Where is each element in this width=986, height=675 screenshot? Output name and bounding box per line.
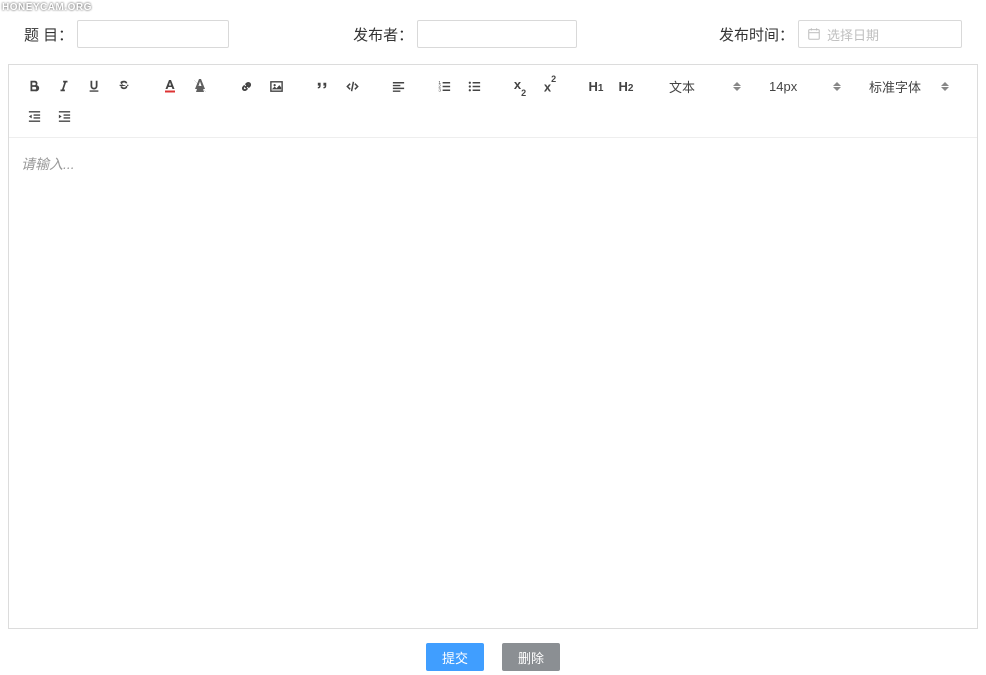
caret-icon: [733, 82, 741, 91]
title-field-group: 题 目：: [24, 20, 229, 48]
quote-icon: [315, 79, 330, 94]
italic-icon: [57, 79, 71, 93]
image-button[interactable]: [261, 71, 291, 101]
font-size-select[interactable]: 14px: [757, 71, 849, 101]
heading2-icon: H2: [619, 79, 634, 94]
background-color-icon: [192, 78, 208, 94]
underline-icon: [87, 79, 101, 93]
heading1-icon: H1: [589, 79, 604, 94]
subscript-button[interactable]: x2: [505, 71, 535, 101]
align-button[interactable]: [383, 71, 413, 101]
editor-toolbar: 123 x2 x2 H1 H2 文本 14px: [9, 65, 977, 138]
underline-button[interactable]: [79, 71, 109, 101]
heading1-button[interactable]: H1: [581, 71, 611, 101]
date-picker[interactable]: 选择日期: [798, 20, 962, 48]
date-placeholder-text: 选择日期: [827, 25, 879, 44]
code-icon: [345, 79, 360, 94]
editor-container: 123 x2 x2 H1 H2 文本 14px: [8, 64, 978, 629]
background-color-button[interactable]: [185, 71, 215, 101]
delete-button[interactable]: 删除: [502, 643, 560, 671]
superscript-icon: x2: [544, 78, 556, 94]
font-color-icon: [162, 78, 178, 94]
align-icon: [391, 79, 406, 94]
subscript-icon: x2: [514, 77, 526, 95]
indent-increase-icon: [57, 109, 72, 124]
image-icon: [269, 79, 284, 94]
publisher-input[interactable]: [417, 20, 577, 48]
title-input[interactable]: [77, 20, 229, 48]
bold-icon: [27, 79, 41, 93]
editor-placeholder: 请输入...: [21, 156, 75, 172]
watermark-text: HONEYCAM.ORG: [2, 2, 92, 13]
calendar-icon: [807, 27, 821, 41]
italic-button[interactable]: [49, 71, 79, 101]
ordered-list-icon: 123: [437, 79, 452, 94]
editor-content-area[interactable]: 请输入...: [9, 138, 977, 628]
caret-icon: [941, 82, 949, 91]
publish-time-label: 发布时间：: [719, 24, 794, 45]
action-buttons: 提交 删除: [0, 629, 986, 671]
svg-text:3: 3: [438, 87, 441, 92]
unordered-list-icon: [467, 79, 482, 94]
heading2-button[interactable]: H2: [611, 71, 641, 101]
strikethrough-button[interactable]: [109, 71, 139, 101]
caret-icon: [833, 82, 841, 91]
indent-decrease-icon: [27, 109, 42, 124]
bold-button[interactable]: [19, 71, 49, 101]
font-family-select[interactable]: 标准字体: [857, 71, 957, 101]
indent-decrease-button[interactable]: [19, 101, 49, 131]
title-label: 题 目：: [24, 24, 73, 45]
submit-button[interactable]: 提交: [426, 643, 484, 671]
form-header: 题 目： 发布者： 发布时间： 选择日期: [0, 0, 986, 64]
indent-increase-button[interactable]: [49, 101, 79, 131]
code-button[interactable]: [337, 71, 367, 101]
publisher-label: 发布者：: [353, 24, 413, 45]
publisher-field-group: 发布者：: [353, 20, 577, 48]
publish-time-field-group: 发布时间： 选择日期: [719, 20, 962, 48]
superscript-button[interactable]: x2: [535, 71, 565, 101]
unordered-list-button[interactable]: [459, 71, 489, 101]
blockquote-button[interactable]: [307, 71, 337, 101]
link-button[interactable]: [231, 71, 261, 101]
font-family-value: 标准字体: [869, 77, 921, 96]
ordered-list-button[interactable]: 123: [429, 71, 459, 101]
text-style-value: 文本: [669, 77, 695, 96]
font-size-value: 14px: [769, 79, 797, 94]
font-color-button[interactable]: [155, 71, 185, 101]
strikethrough-icon: [117, 79, 131, 93]
text-style-select[interactable]: 文本: [657, 71, 749, 101]
link-icon: [239, 79, 254, 94]
